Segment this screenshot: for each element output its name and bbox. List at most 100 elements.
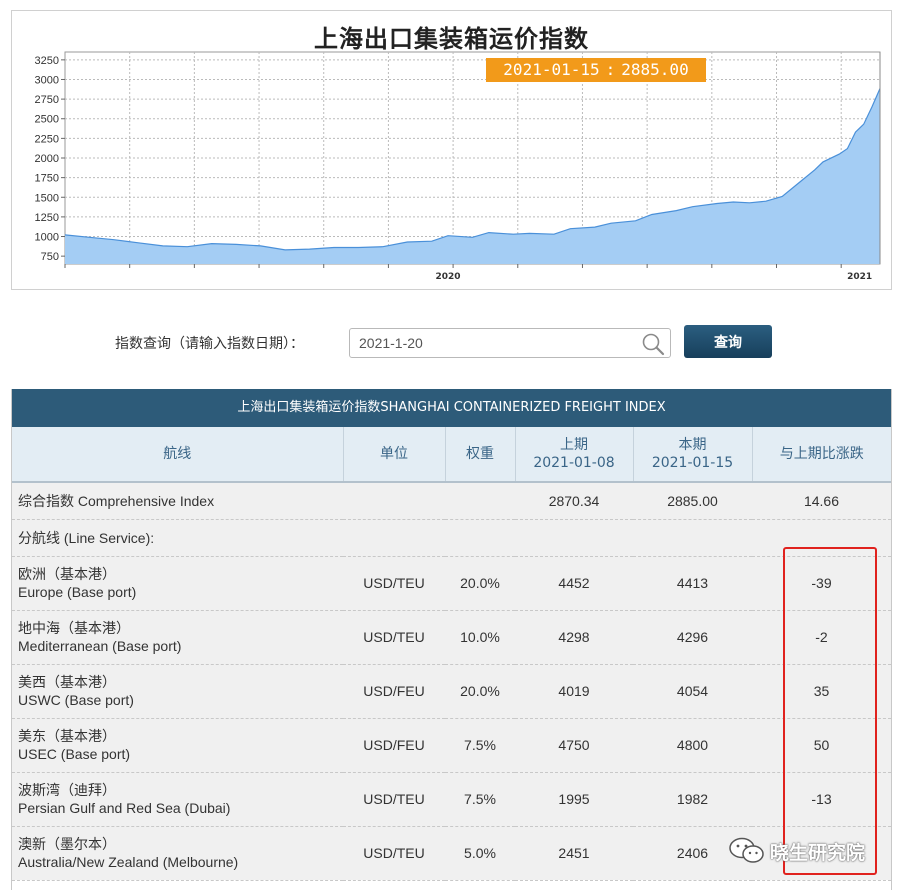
header-previous-period: 上期 2021-01-08 — [515, 427, 634, 483]
header-prev-label: 上期 — [560, 437, 588, 453]
y-tick-label: 3000 — [35, 74, 59, 86]
header-curr-date: 2021-01-15 — [651, 455, 734, 471]
weight-cell: 20.0% — [445, 664, 515, 719]
table-row: 地中海（基本港） Mediterranean (Base port) USD/T… — [12, 610, 891, 665]
freight-index-chart-panel: 750 1000 1250 1500 1750 2000 2250 2500 2750 3000 3… — [11, 10, 892, 290]
route-name-en: Europe (Base port) — [18, 584, 137, 600]
change-cell: 50 — [752, 718, 891, 773]
y-tick-label: 1750 — [35, 173, 59, 185]
route-cell: 美西（基本港） USWC (Base port) — [12, 664, 343, 719]
y-tick-label: 1000 — [35, 232, 59, 244]
x-tick-label: 2020 — [436, 272, 461, 282]
y-tick-label: 1500 — [35, 192, 59, 204]
y-tick-label: 1250 — [35, 212, 59, 224]
prev-cell: 4750 — [515, 718, 633, 773]
query-label: 指数查询（请输入指数日期）： — [115, 336, 304, 352]
route-cell: 美东（基本港） USEC (Base port) — [12, 718, 343, 773]
header-curr-label: 本期 — [678, 437, 707, 453]
table-row: 美西（基本港） USWC (Base port) USD/FEU 20.0% 4… — [12, 664, 891, 719]
watermark: 晓生研究院 — [728, 836, 865, 866]
table-caption: 上海出口集装箱运价指数SHANGHAI CONTAINERIZED FREIGH… — [12, 389, 891, 427]
weight-cell: 7.5% — [445, 718, 515, 773]
change-cell: -39 — [752, 556, 891, 611]
unit-cell: USD/TEU — [343, 826, 445, 881]
composite-prev: 2870.34 — [515, 482, 633, 520]
unit-cell: USD/TEU — [343, 610, 445, 665]
change-cell: -2 — [752, 610, 891, 665]
y-tick-label: 3250 — [35, 55, 59, 67]
header-weight: 权重 — [445, 427, 516, 483]
scfi-table: 航线 单位 权重 上期 2021-01-08 本期 2021-01-15 与上期… — [12, 427, 891, 881]
weight-cell: 7.5% — [445, 772, 515, 827]
curr-cell: 4054 — [633, 664, 752, 719]
tooltip-separator: : — [605, 60, 616, 79]
header-current-period: 本期 2021-01-15 — [633, 427, 753, 483]
composite-name: 综合指数 Comprehensive Index — [12, 482, 343, 520]
y-tick-label: 2250 — [35, 133, 59, 145]
route-name-en: USEC (Base port) — [18, 746, 131, 762]
line-service-label: 分航线 (Line Service): — [12, 519, 891, 557]
unit-cell: USD/FEU — [343, 664, 445, 719]
route-name-cn: 欧洲（基本港） — [18, 566, 116, 582]
route-cell: 欧洲（基本港） Europe (Base port) — [12, 556, 343, 611]
table-row: 欧洲（基本港） Europe (Base port) USD/TEU 20.0%… — [12, 556, 891, 611]
curr-cell: 4800 — [633, 718, 752, 773]
route-name-cn: 美东（基本港） — [18, 728, 116, 744]
route-cell: 澳新（墨尔本） Australia/New Zealand (Melbourne… — [12, 826, 343, 881]
route-name-cn: 美西（基本港） — [18, 674, 116, 690]
prev-cell: 1995 — [515, 772, 633, 827]
weight-cell: 20.0% — [445, 556, 515, 611]
composite-curr: 2885.00 — [633, 482, 752, 520]
chart-tooltip: 2021-01-15:2885.00 — [486, 58, 706, 82]
search-icon[interactable] — [641, 332, 665, 356]
change-cell: -13 — [752, 772, 891, 827]
header-prev-date: 2021-01-08 — [533, 455, 615, 471]
header-route: 航线 — [12, 427, 344, 483]
route-cell: 波斯湾（迪拜） Persian Gulf and Red Sea (Dubai) — [12, 772, 343, 827]
date-query-input[interactable] — [350, 329, 640, 357]
curr-cell: 4296 — [633, 610, 752, 665]
composite-unit — [343, 482, 445, 520]
curr-cell: 4413 — [633, 556, 752, 611]
unit-cell: USD/TEU — [343, 772, 445, 827]
composite-index-row: 综合指数 Comprehensive Index 2870.34 2885.00… — [12, 482, 891, 520]
date-query-field[interactable] — [349, 328, 671, 358]
route-name-cn: 澳新（墨尔本） — [18, 836, 116, 852]
weight-cell: 5.0% — [445, 826, 515, 881]
x-tick-label: 2021 — [847, 272, 872, 282]
route-name-en: Persian Gulf and Red Sea (Dubai) — [18, 800, 231, 816]
unit-cell: USD/FEU — [343, 718, 445, 773]
wechat-icon — [729, 837, 764, 863]
tooltip-date: 2021-01-15 — [503, 60, 600, 79]
table-row: 美东（基本港） USEC (Base port) USD/FEU 7.5% 47… — [12, 718, 891, 773]
prev-cell: 4298 — [515, 610, 633, 665]
y-tick-label: 2500 — [35, 114, 59, 126]
change-cell: 35 — [752, 664, 891, 719]
prev-cell: 2451 — [515, 826, 633, 881]
line-service-row: 分航线 (Line Service): — [12, 519, 891, 557]
curr-cell: 1982 — [633, 772, 752, 827]
chart-title: 上海出口集装箱运价指数 — [314, 24, 589, 53]
watermark-text: 晓生研究院 — [770, 841, 866, 864]
y-tick-label: 2750 — [35, 94, 59, 106]
prev-cell: 4452 — [515, 556, 633, 611]
route-name-en: Australia/New Zealand (Melbourne) — [18, 854, 239, 870]
route-name-en: USWC (Base port) — [18, 692, 134, 708]
query-button[interactable]: 查询 — [684, 325, 772, 358]
route-cell: 地中海（基本港） Mediterranean (Base port) — [12, 610, 343, 665]
y-tick-label: 2000 — [35, 153, 59, 165]
unit-cell: USD/TEU — [343, 556, 445, 611]
route-name-cn: 波斯湾（迪拜） — [18, 782, 116, 798]
weight-cell: 10.0% — [445, 610, 515, 665]
header-change: 与上期比涨跌 — [752, 427, 891, 483]
tooltip-value: 2885.00 — [621, 60, 689, 79]
composite-change: 14.66 — [752, 482, 891, 520]
scfi-table-container: 上海出口集装箱运价指数SHANGHAI CONTAINERIZED FREIGH… — [11, 389, 892, 890]
y-tick-label: 750 — [41, 251, 59, 263]
table-row: 波斯湾（迪拜） Persian Gulf and Red Sea (Dubai)… — [12, 772, 891, 827]
composite-weight — [445, 482, 515, 520]
route-name-cn: 地中海（基本港） — [18, 620, 130, 636]
table-header-row: 航线 单位 权重 上期 2021-01-08 本期 2021-01-15 与上期… — [12, 427, 891, 483]
route-name-en: Mediterranean (Base port) — [18, 638, 182, 654]
index-query-row: 指数查询（请输入指数日期）： 查询 — [0, 324, 908, 360]
